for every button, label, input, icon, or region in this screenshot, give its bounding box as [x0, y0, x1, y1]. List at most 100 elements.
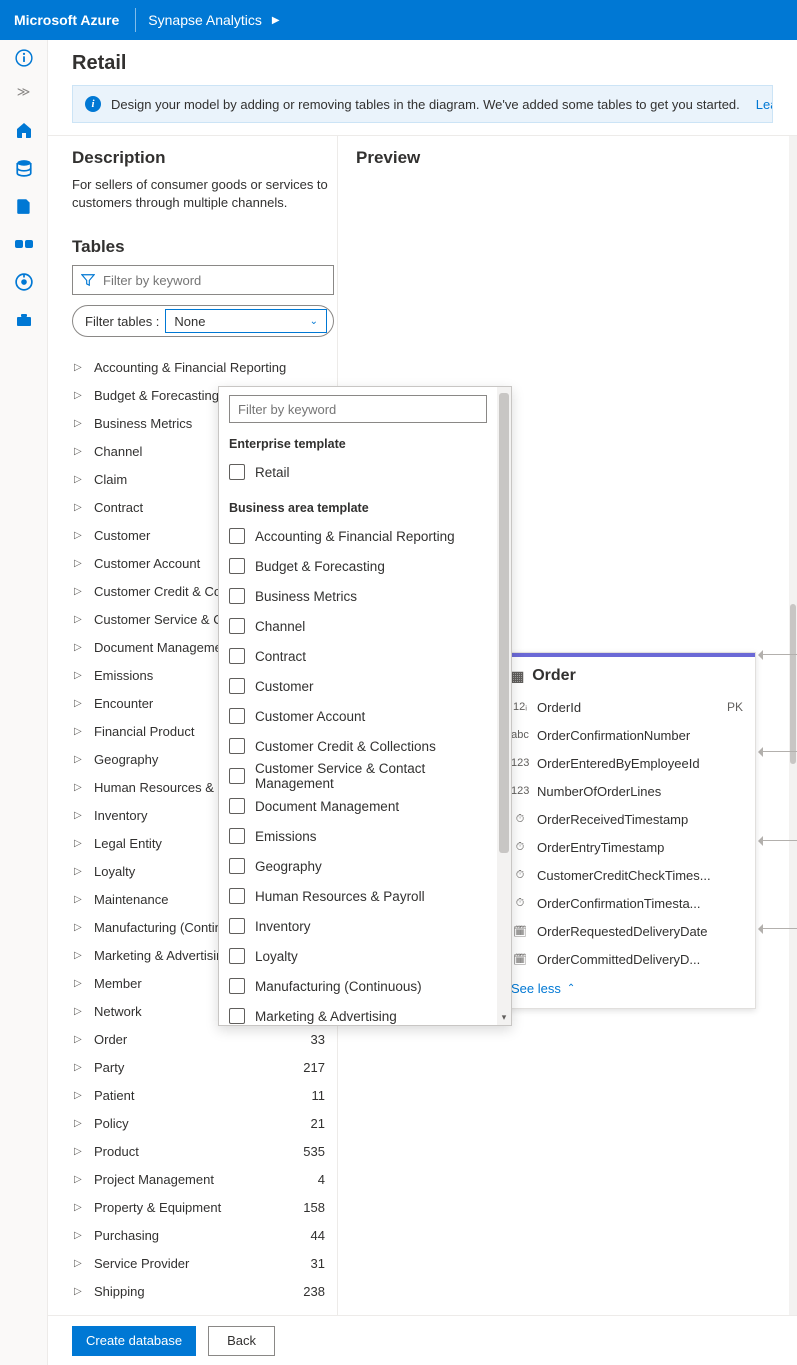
dropdown-option-label: Customer Service & Contact Management — [255, 761, 487, 791]
table-row[interactable]: ▷Property & Equipment158 — [72, 1193, 331, 1221]
develop-icon[interactable] — [14, 196, 34, 216]
order-entity-card[interactable]: ▦ Order 12ᵢOrderIdPKabcOrderConfirmation… — [498, 652, 756, 1009]
see-less-link[interactable]: See less ⌃ — [499, 973, 755, 1008]
dropdown-option[interactable]: Marketing & Advertising — [229, 1001, 487, 1025]
expand-triangle-icon: ▷ — [74, 586, 84, 597]
datatype-icon: ⏱ — [511, 897, 529, 910]
expand-rail-icon[interactable]: ≫ — [14, 82, 34, 102]
table-row-count: 33 — [311, 1032, 331, 1047]
monitor-icon[interactable] — [14, 272, 34, 292]
column-row[interactable]: ⏱ OrderConfirmationTimesta... — [499, 889, 755, 917]
dropdown-option-label: Emissions — [255, 829, 317, 844]
column-row[interactable]: ⏱OrderReceivedTimestamp — [499, 805, 755, 833]
dropdown-option[interactable]: Geography — [229, 851, 487, 881]
expand-triangle-icon: ▷ — [74, 1174, 84, 1185]
create-database-button[interactable]: Create database — [72, 1326, 196, 1356]
dropdown-filter-wrap[interactable] — [229, 395, 487, 423]
dropdown-option[interactable]: Customer Account — [229, 701, 487, 731]
dropdown-scrollbar[interactable]: ▾ — [497, 387, 511, 1025]
column-name: OrderCommittedDeliveryD... — [537, 952, 735, 967]
column-row[interactable]: 🗓OrderCommittedDeliveryD... — [499, 945, 755, 973]
learn-more-link[interactable]: Learn mo — [756, 97, 773, 112]
dropdown-scrollbar-arrow-icon[interactable]: ▾ — [497, 1012, 511, 1023]
dropdown-option[interactable]: Budget & Forecasting — [229, 551, 487, 581]
datatype-icon: 12ᵢ — [511, 701, 529, 713]
expand-triangle-icon: ▷ — [74, 1062, 84, 1073]
column-row[interactable]: 🗓OrderRequestedDeliveryDate — [499, 917, 755, 945]
table-row[interactable]: ▷Policy21 — [72, 1109, 331, 1137]
dropdown-option[interactable]: Customer Service & Contact Management — [229, 761, 487, 791]
column-row[interactable]: 123 NumberOfOrderLines — [499, 777, 755, 805]
column-row[interactable]: 12ᵢOrderIdPK — [499, 693, 755, 721]
expand-triangle-icon: ▷ — [74, 1286, 84, 1297]
table-row[interactable]: ▷Order33 — [72, 1025, 331, 1053]
column-name: NumberOfOrderLines — [537, 784, 735, 799]
checkbox-icon — [229, 768, 245, 784]
dropdown-option[interactable]: Retail — [229, 457, 487, 487]
checkbox-icon — [229, 558, 245, 574]
table-row[interactable]: ▷Product535 — [72, 1137, 331, 1165]
column-name: OrderId — [537, 700, 719, 715]
column-row[interactable]: 123OrderEnteredByEmployeeId — [499, 749, 755, 777]
service-name[interactable]: Synapse Analytics — [148, 12, 262, 28]
dropdown-option[interactable]: Human Resources & Payroll — [229, 881, 487, 911]
expand-triangle-icon: ▷ — [74, 1202, 84, 1213]
data-icon[interactable] — [14, 158, 34, 178]
expand-triangle-icon: ▷ — [74, 782, 84, 793]
dropdown-option[interactable]: Inventory — [229, 911, 487, 941]
dropdown-filter-input[interactable] — [238, 402, 478, 417]
column-name: OrderConfirmationTimesta... — [537, 896, 735, 911]
home-icon[interactable] — [14, 120, 34, 140]
info-banner: i Design your model by adding or removin… — [72, 85, 773, 123]
dropdown-group2-heading: Business area template — [229, 501, 487, 515]
scrollbar-thumb[interactable] — [790, 604, 796, 764]
preview-scrollbar[interactable] — [789, 136, 797, 1315]
table-row[interactable]: ▷Purchasing44 — [72, 1221, 331, 1249]
dropdown-option[interactable]: Business Metrics — [229, 581, 487, 611]
order-card-header: ▦ Order — [499, 657, 755, 693]
table-row[interactable]: ▷Accounting & Financial Reporting — [72, 353, 331, 381]
dropdown-option-label: Retail — [255, 465, 290, 480]
expand-triangle-icon: ▷ — [74, 1090, 84, 1101]
table-row[interactable]: ▷Service Provider31 — [72, 1249, 331, 1277]
table-row-label: Policy — [94, 1116, 311, 1131]
table-row-label: Property & Equipment — [94, 1200, 303, 1215]
expand-triangle-icon: ▷ — [74, 1146, 84, 1157]
tables-filter-input-wrap[interactable] — [72, 265, 334, 295]
manage-icon[interactable] — [14, 310, 34, 330]
expand-triangle-icon: ▷ — [74, 530, 84, 541]
dropdown-option[interactable]: Document Management — [229, 791, 487, 821]
dropdown-option[interactable]: Channel — [229, 611, 487, 641]
dropdown-option[interactable]: Loyalty — [229, 941, 487, 971]
expand-triangle-icon: ▷ — [74, 754, 84, 765]
datatype-icon: 123 — [511, 757, 529, 769]
filter-tables-dropdown[interactable]: None ⌄ — [165, 309, 327, 333]
expand-triangle-icon: ▷ — [74, 922, 84, 933]
column-name: OrderReceivedTimestamp — [537, 812, 735, 827]
dropdown-option[interactable]: Emissions — [229, 821, 487, 851]
checkbox-icon — [229, 528, 245, 544]
dropdown-scrollbar-thumb[interactable] — [499, 393, 509, 853]
integrate-icon[interactable] — [14, 234, 34, 254]
table-row[interactable]: ▷Party217 — [72, 1053, 331, 1081]
column-row[interactable]: ⏱CustomerCreditCheckTimes... — [499, 861, 755, 889]
dropdown-option-label: Customer Account — [255, 709, 365, 724]
table-row[interactable]: ▷Patient11 — [72, 1081, 331, 1109]
see-less-label: See less — [511, 981, 561, 996]
table-row[interactable]: ▷Project Management4 — [72, 1165, 331, 1193]
back-button[interactable]: Back — [208, 1326, 275, 1356]
dropdown-option[interactable]: Contract — [229, 641, 487, 671]
table-row-label: Accounting & Financial Reporting — [94, 360, 325, 375]
dropdown-option[interactable]: Accounting & Financial Reporting — [229, 521, 487, 551]
info-icon[interactable] — [14, 48, 34, 68]
dropdown-option[interactable]: Customer Credit & Collections — [229, 731, 487, 761]
dropdown-option[interactable]: Manufacturing (Continuous) — [229, 971, 487, 1001]
column-row[interactable]: ⏱OrderEntryTimestamp — [499, 833, 755, 861]
table-row[interactable]: ▷Shipping238 — [72, 1277, 331, 1305]
datatype-icon: 123 — [511, 785, 529, 797]
expand-triangle-icon: ▷ — [74, 1230, 84, 1241]
tables-filter-input[interactable] — [103, 273, 325, 288]
left-nav-rail: ≫ — [0, 40, 48, 1365]
column-row[interactable]: abcOrderConfirmationNumber — [499, 721, 755, 749]
dropdown-option[interactable]: Customer — [229, 671, 487, 701]
